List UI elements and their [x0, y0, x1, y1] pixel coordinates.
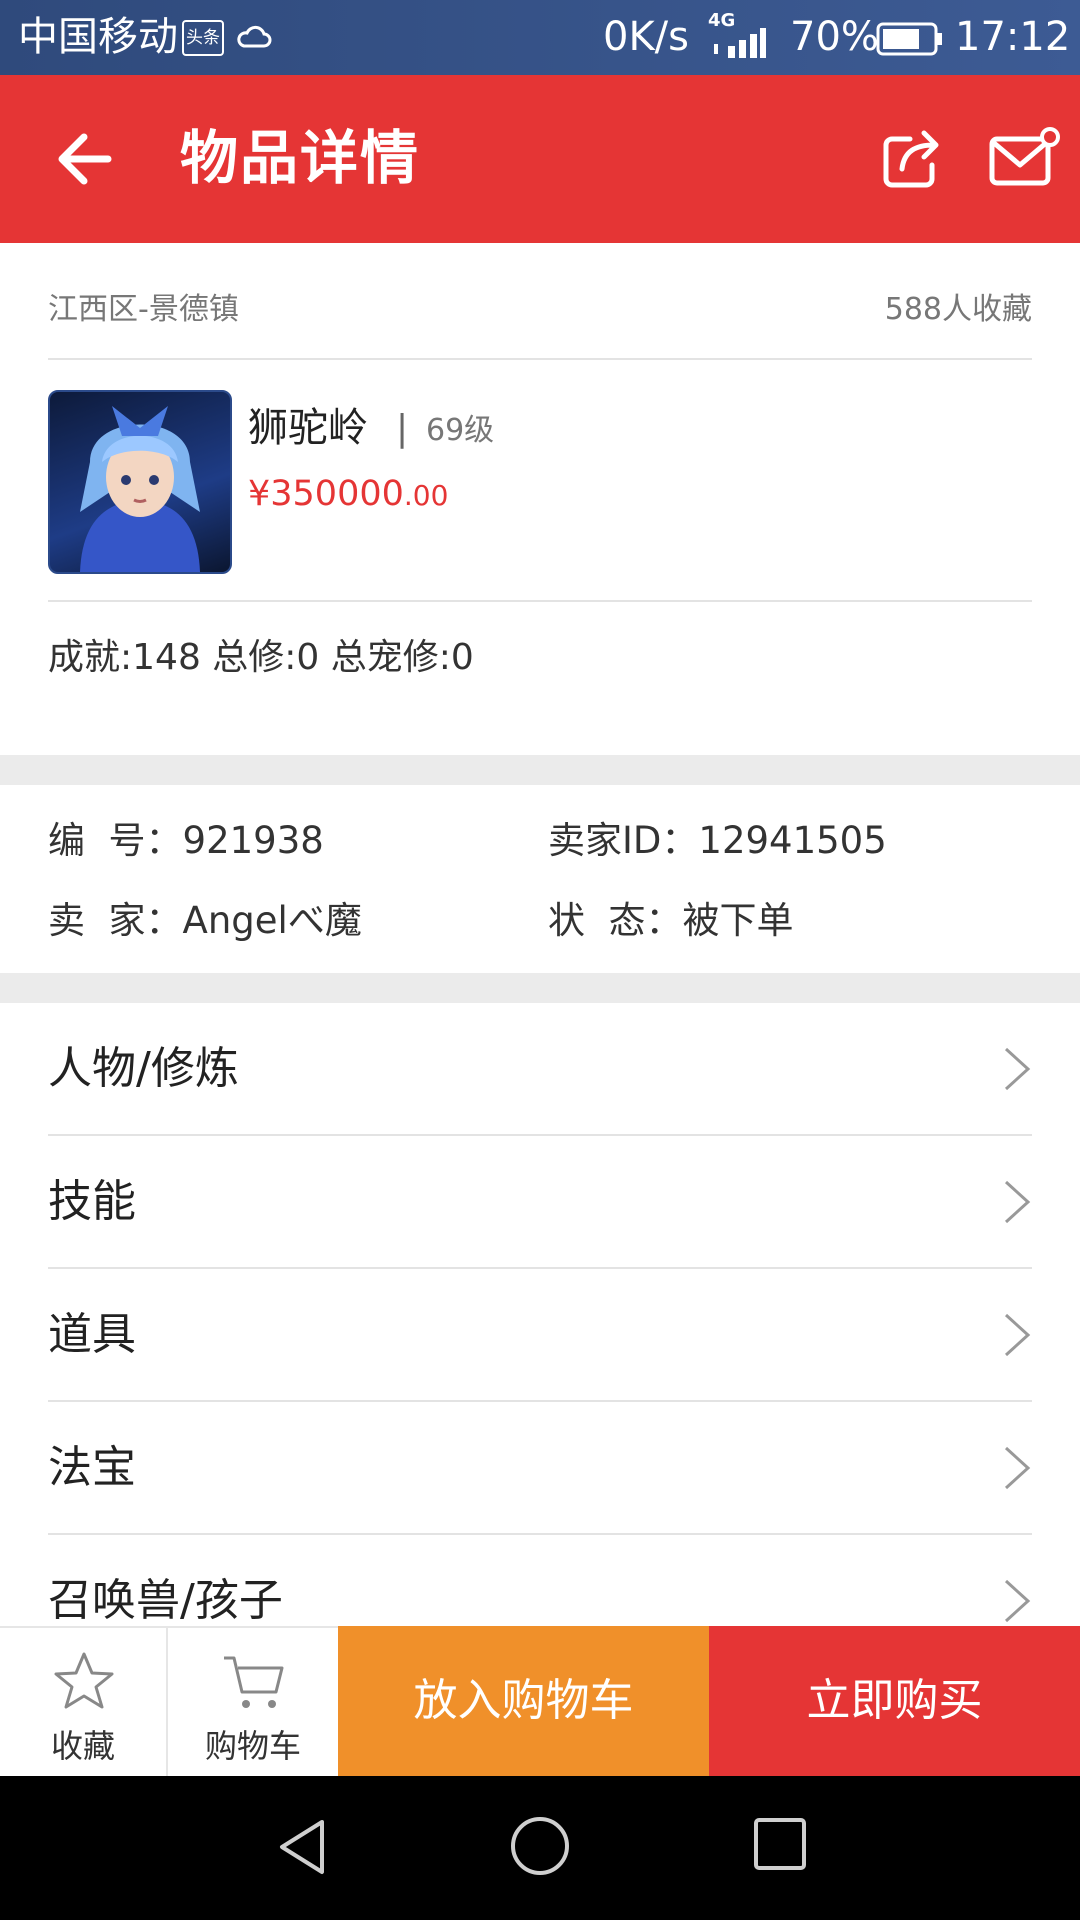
clock: 17:12: [955, 14, 1071, 60]
page-title: 物品详情: [180, 124, 421, 192]
buy-now-button[interactable]: 立即购买: [709, 1626, 1080, 1776]
menu-item-label: 技能: [48, 1176, 136, 1227]
share-icon: [883, 130, 939, 188]
nav-back-icon[interactable]: [270, 1814, 336, 1880]
status-label: 状 态：: [548, 899, 683, 942]
order-status: 状 态：被下单: [548, 898, 794, 944]
status-bar: 中国移动 头条 0K/s 4G 70% 17:12: [0, 0, 1080, 75]
bottom-action-bar: 收藏 购物车 放入购物车 立即购买: [0, 1626, 1080, 1776]
menu-item-props[interactable]: 道具: [0, 1269, 1080, 1401]
menu-item-label: 召唤兽/孩子: [48, 1575, 283, 1626]
divider: [48, 358, 1032, 360]
chevron-right-icon: [1004, 1579, 1031, 1623]
seller-label: 卖 家：: [48, 899, 183, 942]
mail-icon: [989, 127, 1060, 186]
menu-item-label: 人物/修炼: [48, 1043, 239, 1094]
seller: 卖 家：Angelべ魔: [48, 898, 362, 944]
app-header: 物品详情: [0, 75, 1080, 243]
cart-button[interactable]: 购物车: [168, 1628, 338, 1776]
favorite-count: 588人收藏: [884, 292, 1032, 327]
character-avatar: [48, 390, 232, 574]
divider: [48, 600, 1032, 602]
menu-item-treasure[interactable]: 法宝: [0, 1402, 1080, 1534]
cart-icon: [224, 1656, 284, 1708]
cart-label: 购物车: [204, 1727, 301, 1765]
section-gap: [0, 973, 1080, 1003]
chevron-right-icon: [1004, 1446, 1031, 1490]
battery-percent: 70%: [790, 14, 879, 60]
status-value: 被下单: [682, 899, 794, 942]
message-button[interactable]: [988, 125, 1060, 191]
battery-icon: [876, 22, 942, 56]
chevron-right-icon: [1004, 1313, 1031, 1357]
share-button[interactable]: [880, 125, 946, 191]
item-price: ¥350000.00: [248, 470, 448, 524]
system-nav-bar: [0, 1776, 1080, 1920]
favorite-label: 收藏: [50, 1727, 115, 1765]
item-id-label: 编 号：: [48, 819, 183, 862]
item-id: 编 号：921938: [48, 818, 324, 864]
seller-id-label: 卖家ID：: [548, 819, 699, 862]
server-name: 江西区-景德镇: [48, 292, 239, 327]
menu-item-character[interactable]: 人物/修炼: [0, 1003, 1080, 1135]
price-main: ¥350000: [248, 474, 404, 514]
back-arrow-icon: [58, 133, 112, 185]
menu-item-label: 法宝: [48, 1442, 136, 1493]
seller-id-value: 12941505: [698, 819, 887, 862]
add-to-cart-button[interactable]: 放入购物车: [338, 1626, 709, 1776]
nav-recents-icon[interactable]: [752, 1816, 808, 1872]
carrier-name: 中国移动: [18, 14, 178, 60]
item-school: 狮驼岭: [248, 405, 368, 451]
seller-id: 卖家ID：12941505: [548, 818, 887, 864]
menu-item-skills[interactable]: 技能: [0, 1136, 1080, 1268]
news-badge-icon: 头条: [182, 20, 224, 56]
item-stats: 成就:148 总修:0 总宠修:0: [48, 637, 474, 678]
menu-item-label: 道具: [48, 1309, 136, 1360]
seller-value: Angelべ魔: [182, 899, 362, 942]
star-icon: [54, 1652, 114, 1709]
net-speed: 0K/s: [603, 14, 689, 60]
chevron-right-icon: [1004, 1047, 1031, 1091]
item-level: 69级: [426, 413, 495, 448]
nav-home-icon[interactable]: [508, 1814, 572, 1878]
price-decimal: .00: [403, 479, 449, 512]
chevron-right-icon: [1004, 1180, 1031, 1224]
item-id-value: 921938: [182, 819, 324, 862]
favorite-button[interactable]: 收藏: [0, 1628, 168, 1776]
section-gap: [0, 755, 1080, 785]
back-button[interactable]: [40, 119, 130, 199]
character-portrait: [80, 406, 200, 572]
signal-icon: [714, 28, 766, 58]
menu-item-pets[interactable]: 召唤兽/孩子: [0, 1535, 1080, 1626]
title-separator: |: [396, 408, 409, 449]
weather-cloud-icon: [237, 25, 272, 48]
